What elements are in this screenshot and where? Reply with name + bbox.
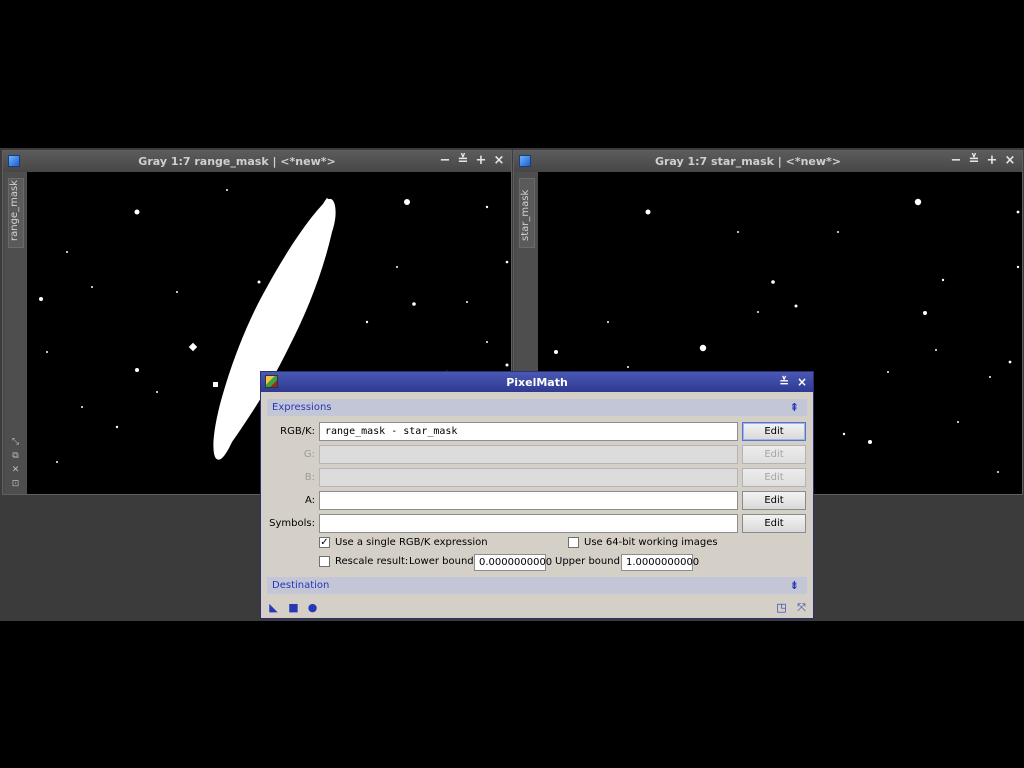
fit-view-icon[interactable]: ⤡ (10, 437, 21, 448)
desktop: Gray 1:7 range_mask | <*new*> − ≚ + × ra… (0, 0, 1024, 768)
view-id-tab[interactable]: star_mask (519, 178, 535, 248)
rescale-result-checkbox[interactable] (319, 556, 330, 567)
a-label: A: (304, 495, 315, 506)
upper-bound-label: Upper bound: (555, 556, 624, 567)
use-single-expression-label: Use a single RGB/K expression (335, 537, 488, 548)
g-label: G: (303, 449, 315, 460)
b-expression-field[interactable] (319, 468, 738, 487)
lower-bound-field[interactable]: 0.0000000000 (474, 554, 552, 571)
b-label: B: (304, 472, 315, 483)
view-options-icon[interactable]: ⊡ (10, 479, 21, 490)
window-titlebar[interactable]: Gray 1:7 range_mask | <*new*> − ≚ + × (3, 151, 511, 172)
window-titlebar[interactable]: Gray 1:7 star_mask | <*new*> − ≚ + × (514, 151, 1022, 172)
use-64bit-label: Use 64-bit working images (584, 537, 718, 548)
dialog-bottom-bar: ◣ ■ ● ◳ ⤧ (261, 598, 813, 618)
window-title: Gray 1:7 star_mask | <*new*> (654, 155, 842, 168)
close-view-icon[interactable]: ✕ (10, 465, 21, 476)
close-icon[interactable]: × (795, 374, 809, 390)
shade-icon[interactable]: ≚ (455, 153, 471, 169)
destination-section-header[interactable]: Destination ⇟ (267, 577, 807, 594)
symbols-field[interactable] (319, 514, 738, 533)
use-64bit-checkbox[interactable] (568, 537, 579, 548)
new-instance-icon[interactable]: ◣ (268, 602, 279, 613)
apply-global-icon[interactable]: ● (307, 602, 318, 613)
expressions-section-header[interactable]: Expressions ⇞ (267, 399, 807, 416)
rescale-result-label: Rescale result: (335, 556, 409, 567)
view-id-label: star_mask (520, 189, 531, 241)
image-window-icon (8, 155, 20, 167)
dialog-title: PixelMath (506, 376, 568, 389)
maximize-icon[interactable]: + (473, 153, 489, 169)
maximize-icon[interactable]: + (984, 153, 1000, 169)
lower-bound-label: Lower bound: (409, 556, 477, 567)
expand-icon[interactable]: ⇟ (790, 577, 799, 594)
b-edit-button[interactable]: Edit (742, 468, 806, 487)
view-id-label: range_mask (9, 180, 20, 241)
a-expression-field[interactable] (319, 491, 738, 510)
g-edit-button[interactable]: Edit (742, 445, 806, 464)
shade-icon[interactable]: ≚ (777, 374, 791, 390)
documentation-icon[interactable]: ◳ (776, 602, 787, 613)
reset-icon[interactable]: ⤧ (796, 602, 807, 613)
shade-icon[interactable]: ≚ (966, 153, 982, 169)
upper-bound-field[interactable]: 1.0000000000 (621, 554, 699, 571)
expressions-section-label: Expressions (272, 402, 332, 413)
window-title: Gray 1:7 range_mask | <*new*> (138, 155, 336, 168)
a-edit-button[interactable]: Edit (742, 491, 806, 510)
pixelmath-titlebar[interactable]: PixelMath ≚ × (261, 372, 813, 392)
symbols-edit-button[interactable]: Edit (742, 514, 806, 533)
pixelmath-dialog[interactable]: PixelMath ≚ × Expressions ⇞ RGB/K: range… (260, 371, 814, 619)
symbols-label: Symbols: (269, 518, 315, 529)
g-expression-field[interactable] (319, 445, 738, 464)
view-side-panel: range_mask ⤡ ⧉ ✕ ⊡ (5, 172, 27, 494)
minimize-icon[interactable]: − (437, 153, 453, 169)
rgbk-edit-button[interactable]: Edit (742, 422, 806, 441)
image-window-icon (519, 155, 531, 167)
clone-view-icon[interactable]: ⧉ (10, 451, 21, 462)
close-icon[interactable]: × (1002, 153, 1018, 169)
view-id-tab[interactable]: range_mask (8, 178, 24, 248)
collapse-icon[interactable]: ⇞ (790, 399, 799, 416)
close-icon[interactable]: × (491, 153, 507, 169)
apply-icon[interactable]: ■ (288, 602, 299, 613)
rgbk-label: RGB/K: (280, 426, 315, 437)
destination-section-label: Destination (272, 580, 330, 591)
minimize-icon[interactable]: − (948, 153, 964, 169)
rgbk-expression-field[interactable]: range_mask - star_mask (319, 422, 738, 441)
use-single-expression-checkbox[interactable]: ✓ (319, 537, 330, 548)
